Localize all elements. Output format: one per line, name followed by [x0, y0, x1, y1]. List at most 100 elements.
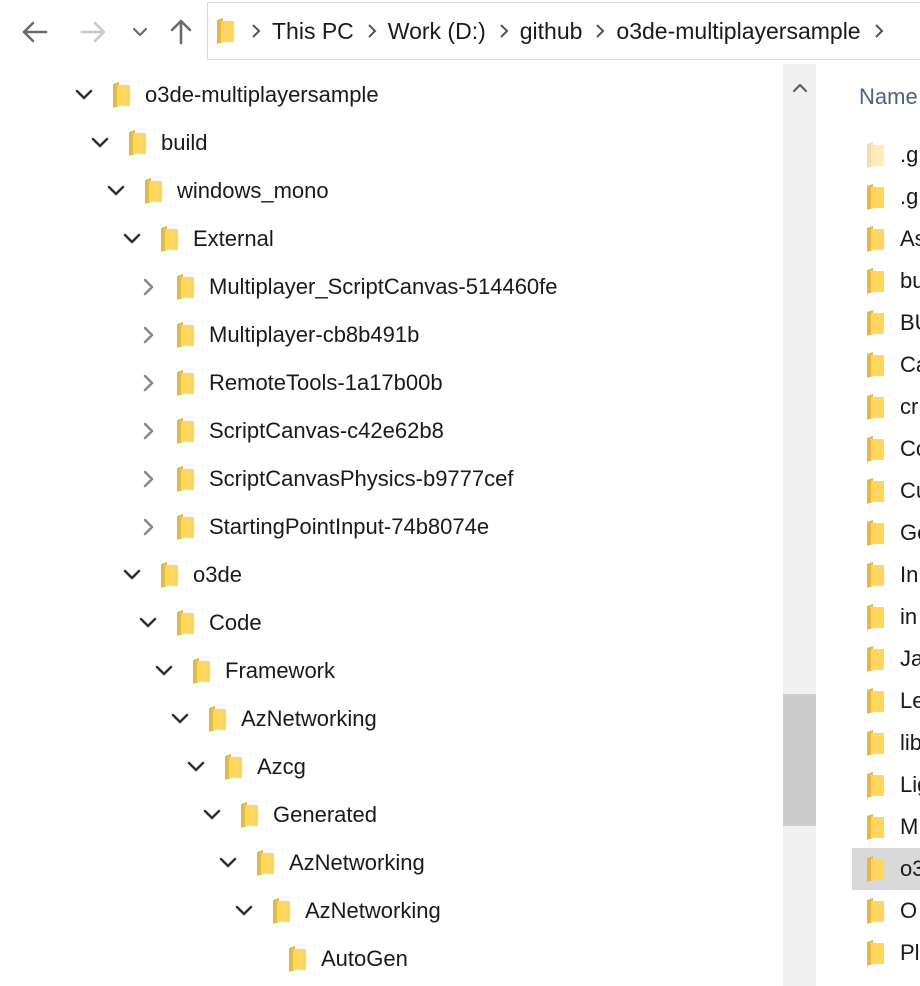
breadcrumb-work-drive[interactable]: Work (D:) [384, 18, 492, 45]
tree-item-label: AzNetworking [305, 898, 441, 923]
expand-chevron-icon[interactable] [137, 516, 159, 538]
file-list-row[interactable]: Cu [852, 470, 920, 512]
tree-item[interactable]: build [0, 119, 783, 167]
collapse-chevron-icon[interactable] [185, 756, 207, 778]
file-list-row[interactable]: Ge [852, 512, 920, 554]
tree-item[interactable]: ScriptCanvas-c42e62b8 [0, 407, 783, 455]
tree-item-label: Framework [225, 658, 336, 683]
breadcrumb-github[interactable]: github [516, 18, 589, 45]
scroll-up-button[interactable] [783, 74, 816, 102]
expand-chevron-icon[interactable] [137, 324, 159, 346]
expand-chevron-icon[interactable] [137, 468, 159, 490]
file-list-row[interactable]: In [852, 554, 920, 596]
folder-icon [214, 18, 236, 44]
collapse-chevron-icon[interactable] [121, 228, 143, 250]
breadcrumb-separator-icon[interactable] [244, 11, 268, 51]
file-name-label: Ge [900, 520, 920, 545]
folder-icon [864, 688, 886, 714]
tree-item[interactable]: o3de-multiplayersample [0, 71, 783, 119]
tree-item[interactable]: StartingPointInput-74b8074e [0, 503, 783, 551]
back-button[interactable] [17, 12, 53, 52]
file-list-row[interactable]: .g [852, 176, 920, 218]
file-list-row[interactable]: in [852, 596, 920, 638]
file-name-label: Le [900, 688, 920, 713]
tree-item-label: Generated [273, 802, 377, 827]
tree-item[interactable]: AzNetworking [0, 695, 783, 743]
file-list-row[interactable]: .g [852, 134, 920, 176]
file-list-row[interactable]: As [852, 218, 920, 260]
file-explorer-window: This PC Work (D:) github o3de-multiplaye… [0, 0, 920, 986]
breadcrumb-separator-icon[interactable] [867, 11, 891, 51]
folder-icon [222, 754, 244, 780]
collapse-chevron-icon[interactable] [137, 612, 159, 634]
file-list-row[interactable]: Co [852, 428, 920, 470]
breadcrumb-this-pc[interactable]: This PC [268, 18, 360, 45]
folder-icon [174, 514, 196, 540]
tree-item[interactable]: o3de [0, 551, 783, 599]
collapse-chevron-icon[interactable] [201, 804, 223, 826]
breadcrumb-o3de-multiplayersample[interactable]: o3de-multiplayersample [612, 18, 866, 45]
file-name-label: Lig [900, 772, 920, 797]
file-list-row[interactable]: o3 [852, 848, 920, 890]
recent-locations-button[interactable] [124, 12, 156, 52]
tree-item-label: External [193, 226, 274, 251]
expand-chevron-icon[interactable] [137, 420, 159, 442]
folder-icon [126, 130, 148, 156]
collapse-chevron-icon[interactable] [73, 84, 95, 106]
file-list-row[interactable]: Lig [852, 764, 920, 806]
tree-item[interactable]: ScriptCanvasPhysics-b9777cef [0, 455, 783, 503]
collapse-chevron-icon[interactable] [105, 180, 127, 202]
file-name-label: .g [900, 142, 919, 167]
file-list-pane: Name .g .g As bu BU Ca cr Co Cu Ge In in Ja Le lib Lig M… [816, 64, 920, 986]
tree-item[interactable]: Generated [0, 791, 783, 839]
tree-scrollbar[interactable] [783, 64, 816, 986]
collapse-chevron-icon[interactable] [121, 564, 143, 586]
tree-item[interactable]: Code [0, 599, 783, 647]
folder-icon [864, 772, 886, 798]
file-list-row[interactable]: lib [852, 722, 920, 764]
file-list-row[interactable]: Ja [852, 638, 920, 680]
tree-item-label: RemoteTools-1a17b00b [209, 370, 443, 395]
chevron-down-icon [133, 27, 147, 37]
file-list-row[interactable]: cr [852, 386, 920, 428]
collapse-chevron-icon[interactable] [217, 852, 239, 874]
tree-item[interactable]: AzNetworking [0, 887, 783, 935]
scrollbar-thumb[interactable] [783, 694, 816, 826]
folder-icon [864, 646, 886, 672]
navigation-bar: This PC Work (D:) github o3de-multiplaye… [0, 0, 920, 64]
address-bar[interactable]: This PC Work (D:) github o3de-multiplaye… [207, 2, 920, 60]
breadcrumb-separator-icon[interactable] [360, 11, 384, 51]
tree-item[interactable]: Multiplayer-cb8b491b [0, 311, 783, 359]
folder-icon [864, 394, 886, 420]
tree-item[interactable]: Azcg [0, 743, 783, 791]
file-list-row[interactable]: bu [852, 260, 920, 302]
forward-button[interactable] [75, 12, 111, 52]
collapse-chevron-icon[interactable] [169, 708, 191, 730]
collapse-chevron-icon[interactable] [89, 132, 111, 154]
tree-item[interactable]: Framework [0, 647, 783, 695]
folder-icon [174, 466, 196, 492]
file-list-row[interactable]: O [852, 890, 920, 932]
folder-icon [174, 610, 196, 636]
collapse-chevron-icon[interactable] [153, 660, 175, 682]
file-list-row[interactable]: Ca [852, 344, 920, 386]
up-button[interactable] [163, 12, 199, 52]
file-list-row[interactable]: Pl [852, 932, 920, 974]
collapse-chevron-icon[interactable] [233, 900, 255, 922]
file-list-row[interactable]: M [852, 806, 920, 848]
tree-item-label: windows_mono [177, 178, 329, 203]
tree-item[interactable]: AzNetworking [0, 839, 783, 887]
tree-item[interactable]: AutoGen [0, 935, 783, 983]
expand-chevron-icon[interactable] [137, 276, 159, 298]
name-column-header[interactable]: Name [859, 84, 918, 110]
file-name-label: bu [900, 268, 920, 293]
breadcrumb-separator-icon[interactable] [492, 11, 516, 51]
expand-chevron-icon[interactable] [137, 372, 159, 394]
tree-item[interactable]: External [0, 215, 783, 263]
file-list-row[interactable]: Le [852, 680, 920, 722]
tree-item[interactable]: Multiplayer_ScriptCanvas-514460fe [0, 263, 783, 311]
tree-item[interactable]: RemoteTools-1a17b00b [0, 359, 783, 407]
file-list-row[interactable]: BU [852, 302, 920, 344]
tree-item[interactable]: windows_mono [0, 167, 783, 215]
breadcrumb-separator-icon[interactable] [588, 11, 612, 51]
